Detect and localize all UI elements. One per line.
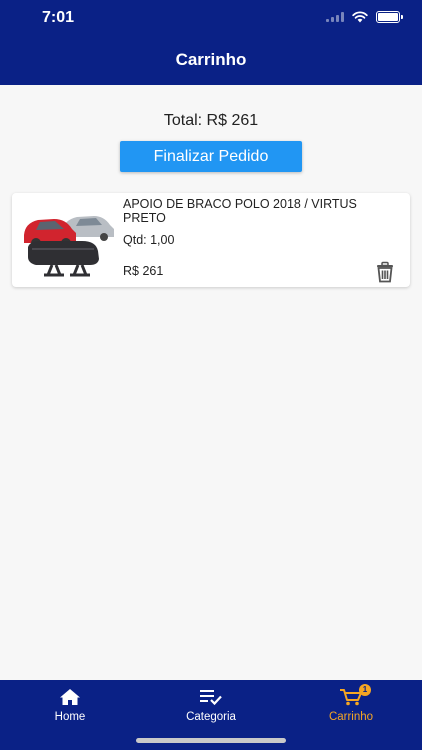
status-icons (326, 11, 403, 23)
tab-carrinho-label: Carrinho (328, 711, 374, 723)
trash-icon[interactable] (374, 261, 396, 283)
cart-item: APOIO DE BRACO POLO 2018 / VIRTUS PRETO … (12, 193, 410, 287)
checkout-button[interactable]: Finalizar Pedido (120, 141, 302, 172)
battery-icon (376, 11, 403, 23)
status-time: 7:01 (42, 9, 75, 26)
home-indicator (136, 738, 286, 743)
item-quantity: Qtd: 1,00 (123, 233, 175, 247)
status-bar: 7:01 (0, 0, 422, 38)
tab-home[interactable]: Home (20, 688, 120, 728)
cart-badge: 1 (359, 684, 371, 696)
app-header: 7:01 Carrinho (0, 0, 422, 85)
cart-total: Total: R$ 261 (163, 112, 259, 129)
home-icon (60, 689, 80, 705)
cellular-signal-icon (326, 12, 344, 22)
product-image (24, 216, 114, 277)
wifi-icon (352, 11, 368, 23)
tab-categoria[interactable]: Categoria (161, 688, 261, 728)
page-title: Carrinho (175, 50, 247, 69)
category-list-icon (200, 690, 222, 706)
tab-carrinho[interactable]: 1 Carrinho (301, 684, 401, 728)
item-price: R$ 261 (123, 264, 164, 278)
tab-categoria-label: Categoria (186, 711, 236, 723)
item-name: APOIO DE BRACO POLO 2018 / VIRTUS PRETO (123, 197, 357, 223)
tab-home-label: Home (54, 711, 86, 723)
